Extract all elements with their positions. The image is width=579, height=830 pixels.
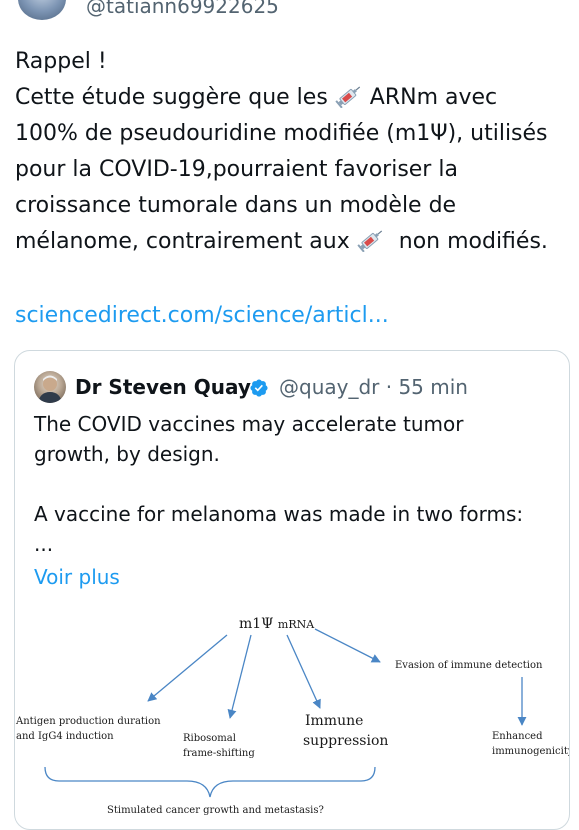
arrow-to-immune-suppression <box>286 634 321 709</box>
quoted-line: The COVID vaccines may accelerate tumor <box>34 412 464 436</box>
syringe-emoji-icon <box>357 230 382 252</box>
tweet-line: Rappel ! <box>15 49 107 74</box>
diagram-enhanced-line: Enhanced <box>492 731 543 742</box>
quoted-line <box>34 469 523 499</box>
tweet-line: mélanome, contrairement aux non modifiés… <box>15 224 570 260</box>
diagram-evasion-label: Evasion of immune detection <box>395 660 543 671</box>
quoted-line: ... <box>34 532 54 556</box>
diagram-antigen-line: Antigen production duration <box>16 716 161 727</box>
author-handle[interactable]: @tatiann69922625 <box>86 0 279 18</box>
tweet-text: Rappel ! Cette étude suggère que les ARN… <box>15 44 570 260</box>
tweet-line: 100% de pseudouridine modifiée (m1Ψ), ut… <box>15 121 548 146</box>
quoted-tweet-card[interactable]: Dr Steven Quay @quay_dr · 55 min The COV… <box>14 350 570 830</box>
previous-tweet-header: @tatiann69922625 <box>0 0 579 22</box>
arrow-to-ribosomal <box>227 634 252 719</box>
avatar-portrait-icon <box>38 375 62 403</box>
show-more-link[interactable]: Voir plus <box>34 562 120 592</box>
quoted-handle-time[interactable]: @quay_dr · 55 min <box>279 373 468 401</box>
quoted-line: A vaccine for melanoma was made in two f… <box>34 502 524 526</box>
tweet-line-text: mélanome, contrairement aux <box>15 229 350 254</box>
arrow-to-evasion <box>314 628 381 663</box>
tweet-line-text: Cette étude suggère que les <box>15 85 328 110</box>
syringe-emoji-icon <box>335 86 360 108</box>
tweet-line: pour la COVID-19,pourraient favoriser la <box>15 157 458 182</box>
summary-brace <box>44 766 376 798</box>
diagram-ribosomal-line: frame-shifting <box>183 748 255 759</box>
diagram-enhanced-line: immunogenicity <box>492 746 570 757</box>
tweet-line: Cette étude suggère que les ARNm avec <box>15 80 570 116</box>
diagram-immune-line: Immune <box>305 713 364 729</box>
tweet-line-text: non modifiés. <box>398 229 548 254</box>
quoted-tweet-text: The COVID vaccines may accelerate tumor … <box>34 409 523 559</box>
verified-badge-icon <box>250 379 268 397</box>
diagram-bottom-label: Stimulated cancer growth and metastasis? <box>107 805 324 816</box>
diagram-immune-line: suppression <box>303 733 389 749</box>
diagram-top-label: m1Ψ mRNA <box>239 616 314 632</box>
diagram-enhanced-label: Enhanced immunogenicity <box>492 729 570 759</box>
diagram-top-symbol: m1Ψ <box>239 616 274 632</box>
diagram-immune-label: Immune suppression <box>303 711 388 751</box>
arrow-to-antigen <box>147 634 228 702</box>
quoted-author-name[interactable]: Dr Steven Quay <box>75 373 251 401</box>
diagram-antigen-label: Antigen production duration and IgG4 ind… <box>16 714 161 744</box>
author-avatar[interactable] <box>18 0 66 20</box>
quoted-line: growth, by design. <box>34 442 220 466</box>
diagram-top-suffix: mRNA <box>277 618 315 631</box>
tweet-line: croissance tumorale dans un modèle de <box>15 193 457 218</box>
diagram-antigen-line: and IgG4 induction <box>16 731 114 742</box>
attached-diagram-image[interactable]: m1Ψ mRNA Evasion of immune detection Ant… <box>15 601 570 829</box>
tweet-line-text: ARNm avec <box>369 85 498 110</box>
article-link[interactable]: sciencedirect.com/science/articl... <box>15 298 389 334</box>
quoted-author-avatar[interactable] <box>34 371 66 403</box>
diagram-ribosomal-label: Ribosomal frame-shifting <box>183 731 255 761</box>
diagram-ribosomal-line: Ribosomal <box>183 733 236 744</box>
